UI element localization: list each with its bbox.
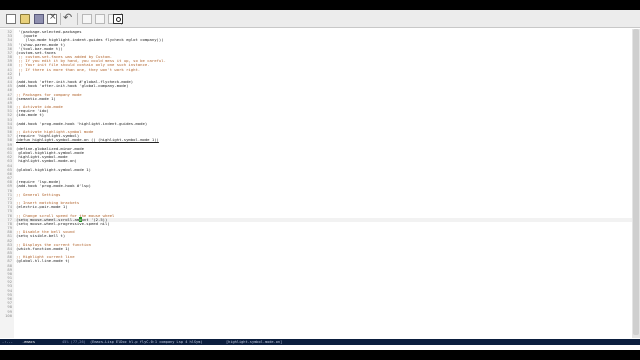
toolbar-separator	[77, 13, 78, 25]
vertical-scrollbar[interactable]	[632, 29, 640, 338]
save-icon[interactable]	[34, 14, 44, 24]
code-lines[interactable]: 32 '(package-selected-packages 33 (quote 3…	[0, 29, 632, 318]
new-file-icon[interactable]	[6, 14, 16, 24]
line-number: 100	[5, 312, 12, 318]
toolbar-separator	[60, 13, 61, 25]
emacs-window: 32 '(package-selected-packages33 (quote3…	[0, 10, 640, 350]
code-line[interactable]: 100	[0, 312, 632, 318]
minibuffer[interactable]	[0, 345, 640, 350]
search-icon[interactable]	[113, 14, 123, 24]
scrollbar-thumb[interactable]	[633, 29, 639, 335]
close-icon[interactable]	[47, 12, 57, 24]
copy-icon[interactable]	[95, 14, 105, 24]
undo-icon[interactable]	[63, 11, 73, 24]
toolbar	[0, 10, 640, 28]
editor-area[interactable]: 32 '(package-selected-packages 33 (quote 3…	[0, 29, 632, 338]
folder-icon[interactable]	[20, 14, 30, 24]
cut-icon[interactable]	[82, 14, 92, 24]
